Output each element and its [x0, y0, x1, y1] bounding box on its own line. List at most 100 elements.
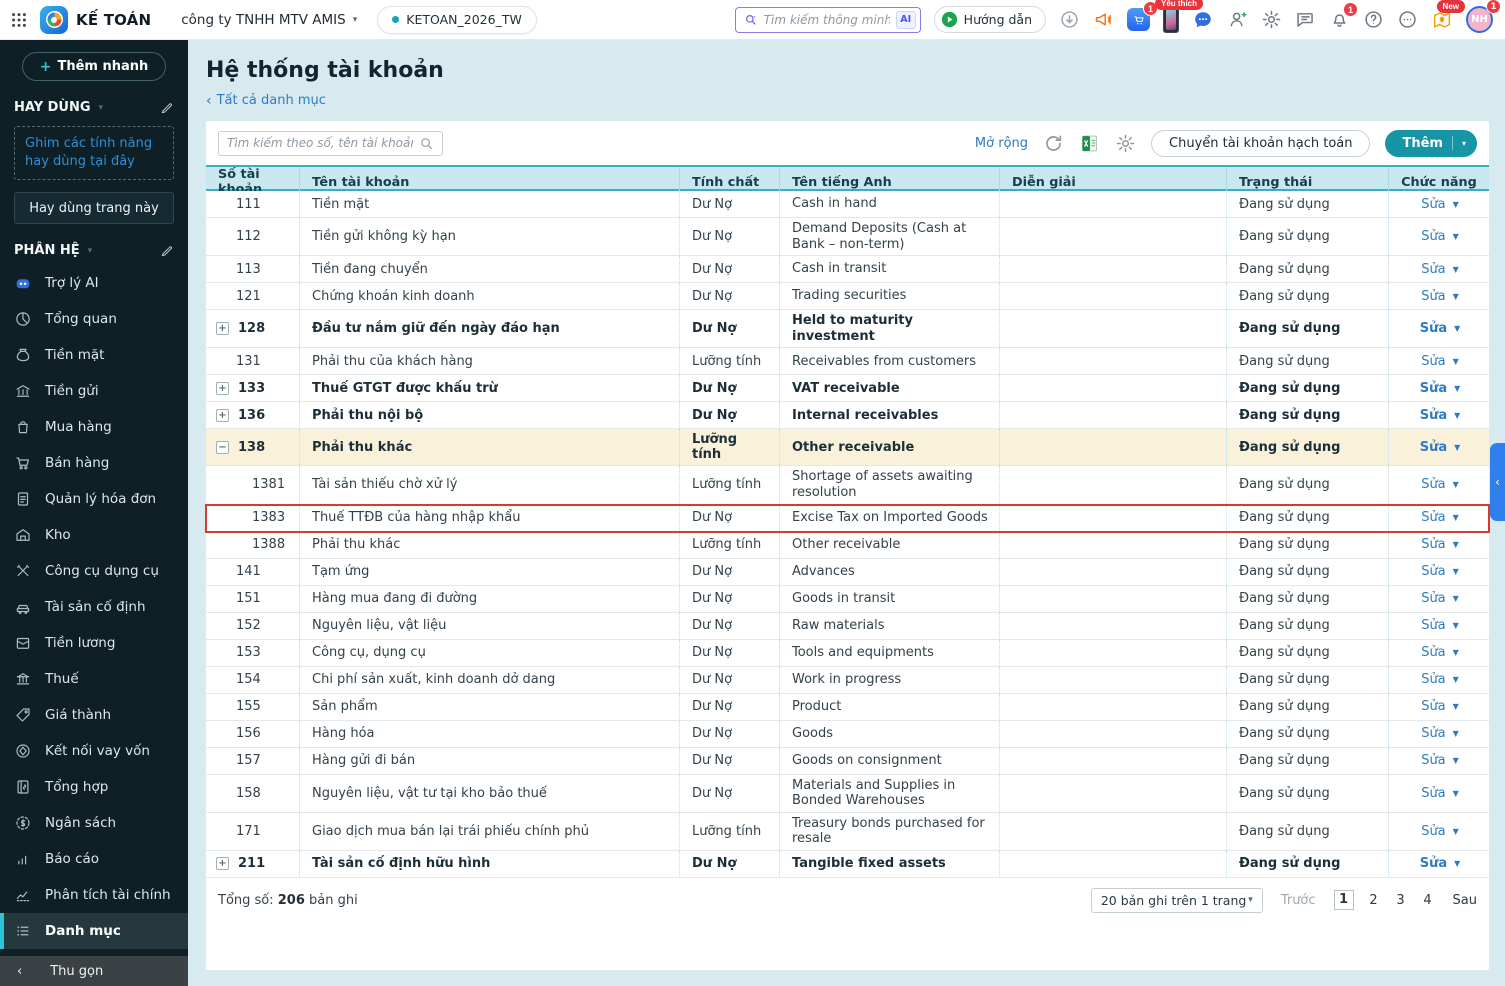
dropdown-caret-icon[interactable]: ▼ [1454, 859, 1460, 868]
sidebar-item-report[interactable]: Báo cáo [0, 841, 188, 877]
dropdown-caret-icon[interactable]: ▼ [1453, 540, 1459, 549]
sidebar-item-deposit[interactable]: Tiền gửi [0, 373, 188, 409]
table-row-151[interactable]: 151Hàng mua đang đi đườngDư NợGoods in t… [206, 586, 1489, 613]
table-row-152[interactable]: 152Nguyên liệu, vật liệuDư NợRaw materia… [206, 613, 1489, 640]
table-row-156[interactable]: 156Hàng hóaDư NợGoodsĐang sử dụngSửa▼ [206, 721, 1489, 748]
table-row-138[interactable]: −138Phải thu khácLưỡng tínhOther receiva… [206, 429, 1489, 466]
edit-link[interactable]: Sửa [1421, 262, 1445, 277]
edit-link[interactable]: Sửa [1421, 699, 1445, 714]
dropdown-caret-icon[interactable]: ▼ [1453, 756, 1459, 765]
edit-link[interactable]: Sửa [1421, 564, 1445, 579]
dropdown-caret-icon[interactable]: ▼ [1453, 232, 1459, 241]
table-row-136[interactable]: +136Phải thu nội bộDư NợInternal receiva… [206, 402, 1489, 429]
dropdown-caret-icon[interactable]: ▼ [1453, 648, 1459, 657]
edit-link[interactable]: Sửa [1421, 726, 1445, 741]
edit-link[interactable]: Sửa [1421, 354, 1445, 369]
dropdown-caret-icon[interactable]: ▼ [1453, 567, 1459, 576]
section-frequent[interactable]: HAY DÙNG ▾ [0, 93, 188, 122]
table-row-158[interactable]: 158Nguyên liệu, vật tư tại kho bảo thuếD… [206, 775, 1489, 813]
add-button[interactable]: Thêm ▾ [1385, 130, 1477, 157]
edit-link[interactable]: Sửa [1421, 510, 1445, 525]
sidebar-item-purchase[interactable]: Mua hàng [0, 409, 188, 445]
chat-icon[interactable] [1192, 9, 1214, 31]
edit-link[interactable]: Sửa [1420, 856, 1447, 871]
app-logo-icon[interactable] [40, 6, 68, 34]
table-row-111[interactable]: 111Tiền mặtDư NợCash in handĐang sử dụng… [206, 191, 1489, 218]
edit-link[interactable]: Sửa [1421, 591, 1445, 606]
settings-gear-icon[interactable] [1261, 9, 1282, 30]
edit-link[interactable]: Sửa [1421, 786, 1445, 801]
account-search-box[interactable] [218, 131, 443, 156]
sidebar-item-cash[interactable]: Tiền mặt [0, 337, 188, 373]
dropdown-caret-icon[interactable]: ▼ [1454, 384, 1460, 393]
edit-link[interactable]: Sửa [1420, 440, 1447, 455]
sidebar-item-catalog[interactable]: Danh mục [0, 913, 188, 949]
side-panel-handle[interactable]: ‹ [1490, 443, 1505, 521]
expand-icon[interactable]: + [216, 382, 229, 395]
table-row-112[interactable]: 112Tiền gửi không kỳ hạnDư NợDemand Depo… [206, 218, 1489, 256]
sidebar-item-general-ledger[interactable]: Tổng hợp [0, 769, 188, 805]
feedback-icon[interactable] [1295, 9, 1316, 30]
edit-pencil-icon[interactable] [160, 244, 174, 258]
dropdown-caret-icon[interactable]: ▼ [1453, 789, 1459, 798]
dropdown-caret-icon[interactable]: ▼ [1453, 675, 1459, 684]
export-excel-icon[interactable] [1079, 133, 1100, 154]
sidebar-item-loan[interactable]: Kết nối vay vốn [0, 733, 188, 769]
dropdown-caret-icon[interactable]: ▼ [1453, 729, 1459, 738]
collapse-sidebar-button[interactable]: ‹ Thu gọn [0, 956, 188, 986]
prev-page-button[interactable]: Trước [1281, 893, 1316, 908]
dropdown-caret-icon[interactable]: ▼ [1454, 443, 1460, 452]
phone-promo-icon[interactable]: Yêu thích [1163, 6, 1179, 33]
table-row-128[interactable]: +128Đầu tư nắm giữ đến ngày đáo hạnDư Nợ… [206, 310, 1489, 348]
add-user-icon[interactable] [1227, 9, 1248, 30]
edit-link[interactable]: Sửa [1421, 477, 1445, 492]
page-button-3[interactable]: 3 [1394, 893, 1408, 908]
page-size-select[interactable]: 20 bản ghi trên 1 trang ▾ [1091, 888, 1263, 913]
edit-link[interactable]: Sửa [1421, 229, 1445, 244]
guide-button[interactable]: Hướng dẫn [934, 6, 1046, 33]
page-button-2[interactable]: 2 [1367, 893, 1381, 908]
download-icon[interactable] [1059, 9, 1080, 30]
transfer-accounts-button[interactable]: Chuyển tài khoản hạch toán [1151, 130, 1370, 157]
table-row-154[interactable]: 154Chi phí sản xuất, kinh doanh dở dangD… [206, 667, 1489, 694]
dropdown-caret-icon[interactable]: ▼ [1454, 411, 1460, 420]
sidebar-item-sales[interactable]: Bán hàng [0, 445, 188, 481]
account-search-input[interactable] [227, 136, 413, 150]
next-page-button[interactable]: Sau [1453, 893, 1477, 908]
refresh-icon[interactable] [1043, 133, 1064, 154]
edit-link[interactable]: Sửa [1421, 672, 1445, 687]
pin-hint-box[interactable]: Ghim các tính năng hay dùng tại đây [14, 126, 174, 180]
edit-link[interactable]: Sửa [1421, 753, 1445, 768]
more-options-icon[interactable] [1397, 9, 1418, 30]
edit-link[interactable]: Sửa [1421, 618, 1445, 633]
sidebar-item-payroll[interactable]: Tiền lương [0, 625, 188, 661]
table-row-131[interactable]: 131Phải thu của khách hàngLưỡng tínhRece… [206, 348, 1489, 375]
edit-link[interactable]: Sửa [1420, 408, 1447, 423]
table-row-155[interactable]: 155Sản phẩmDư NợProductĐang sử dụngSửa▼ [206, 694, 1489, 721]
dropdown-caret-icon[interactable]: ▼ [1453, 357, 1459, 366]
table-row-113[interactable]: 113Tiền đang chuyểnDư NợCash in transitĐ… [206, 256, 1489, 283]
edit-link[interactable]: Sửa [1421, 824, 1445, 839]
dropdown-caret-icon[interactable]: ▼ [1453, 513, 1459, 522]
edit-link[interactable]: Sửa [1421, 197, 1445, 212]
breadcrumb[interactable]: ‹ Tất cả danh mục [206, 93, 1489, 108]
sidebar-item-overview[interactable]: Tổng quan [0, 301, 188, 337]
map-new-icon[interactable]: New [1431, 9, 1453, 31]
dropdown-caret-icon[interactable]: ▼ [1453, 200, 1459, 209]
help-icon[interactable] [1363, 9, 1384, 30]
table-row-1383[interactable]: 1383Thuế TTĐB của hàng nhập khẩuDư NợExc… [206, 505, 1489, 532]
user-avatar[interactable]: 1 NH [1466, 6, 1493, 33]
company-selector[interactable]: công ty TNHH MTV AMIS ▾ [181, 12, 357, 28]
dropdown-caret-icon[interactable]: ▼ [1453, 265, 1459, 274]
edit-link[interactable]: Sửa [1421, 289, 1445, 304]
sidebar-item-tax[interactable]: Thuế [0, 661, 188, 697]
sidebar-item-invoice[interactable]: Quản lý hóa đơn [0, 481, 188, 517]
table-row-211[interactable]: +211Tài sản cố định hữu hìnhDư NợTangibl… [206, 851, 1489, 878]
sidebar-item-robot[interactable]: Trợ lý AI [0, 265, 188, 301]
sidebar-item-fixed-asset[interactable]: Tài sản cố định [0, 589, 188, 625]
collapse-icon[interactable]: − [216, 441, 229, 454]
page-button-1[interactable]: 1 [1334, 890, 1354, 910]
tab-database[interactable]: KETOAN_2026_TW [377, 6, 537, 34]
quick-add-button[interactable]: + Thêm nhanh [22, 52, 167, 81]
expand-icon[interactable]: + [216, 322, 229, 335]
